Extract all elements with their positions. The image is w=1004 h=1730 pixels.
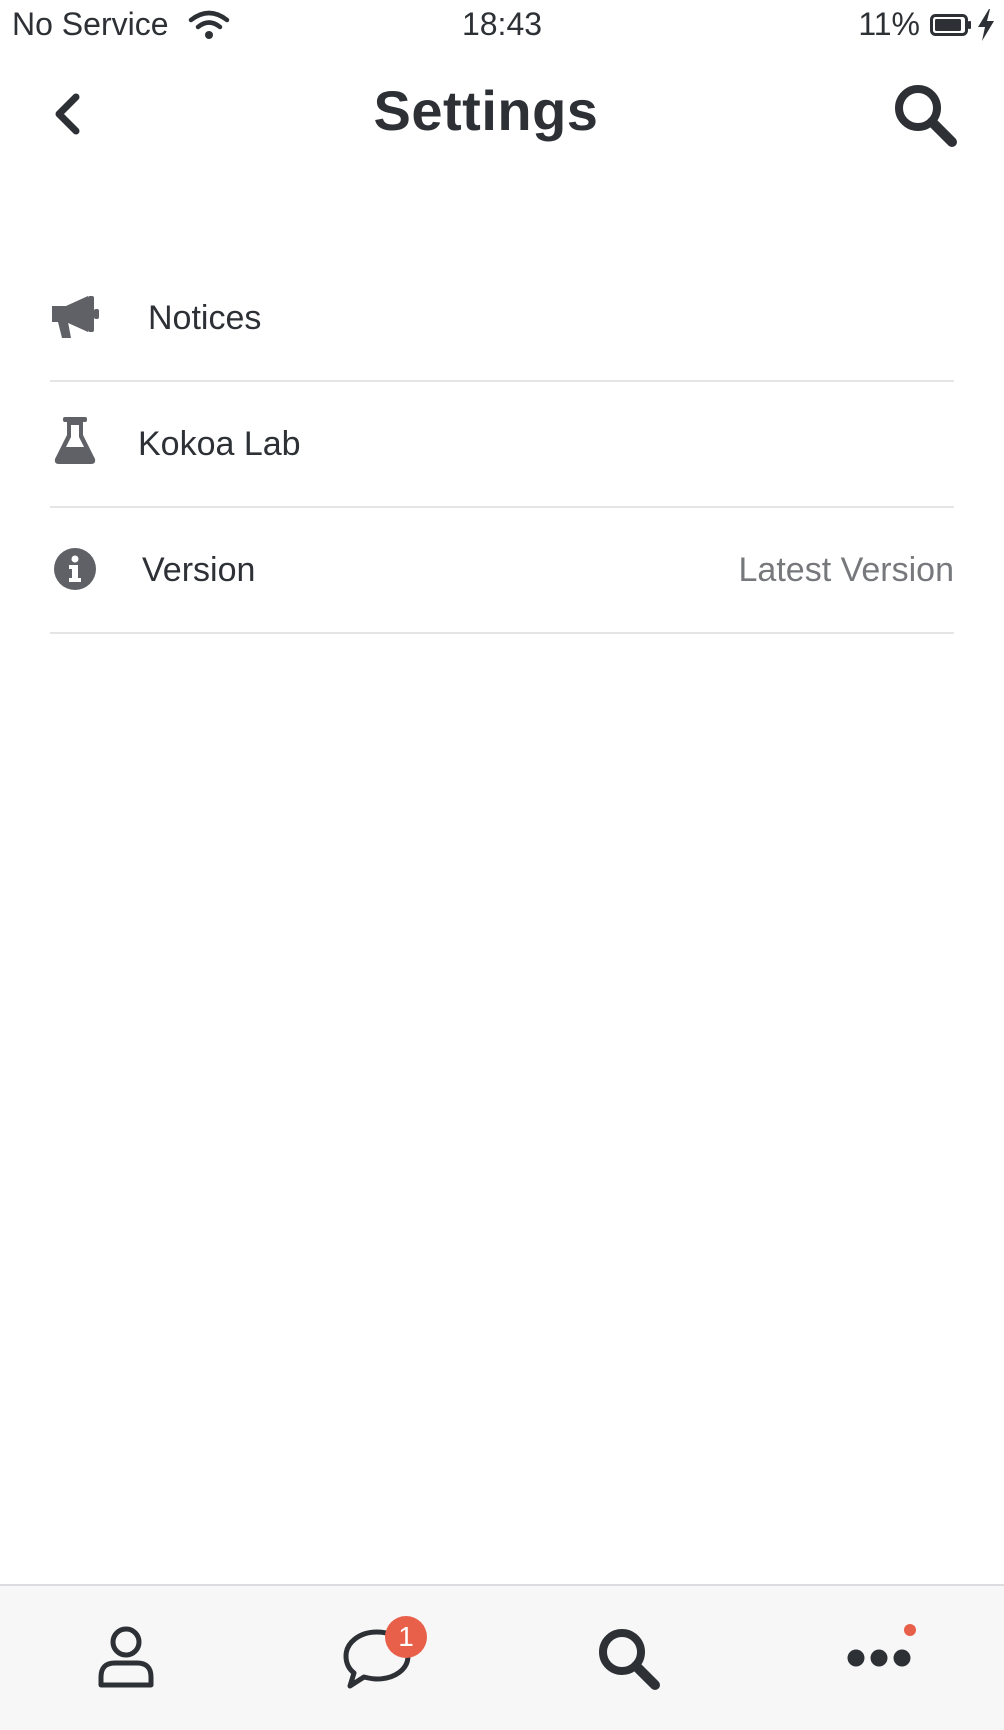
settings-row-version[interactable]: Version Latest Version <box>50 508 954 634</box>
tab-more[interactable] <box>753 1586 1004 1730</box>
settings-list: Notices Kokoa Lab Version Latest Version <box>50 256 954 634</box>
more-icon <box>847 1649 910 1667</box>
settings-row-kokoa-lab[interactable]: Kokoa Lab <box>50 382 954 508</box>
battery-percent: 11% <box>858 6 920 42</box>
tab-friends[interactable] <box>0 1586 251 1730</box>
megaphone-icon <box>50 292 100 342</box>
more-notification-dot <box>904 1624 916 1636</box>
settings-row-label: Version <box>142 550 256 589</box>
header-search-button[interactable] <box>890 80 960 150</box>
settings-row-label: Notices <box>148 298 262 337</box>
status-right: 11% <box>858 6 996 43</box>
search-icon <box>895 85 957 147</box>
page-title: Settings <box>373 79 599 142</box>
battery-icon <box>930 13 971 36</box>
status-bar: No Service 18:43 11% <box>0 0 1004 48</box>
version-status: Latest Version <box>738 550 954 589</box>
status-time: 18:43 <box>461 6 543 42</box>
tab-bar: 1 <box>0 1584 1004 1730</box>
tab-search[interactable] <box>502 1586 753 1730</box>
person-icon <box>98 1626 153 1688</box>
charging-bolt-icon <box>978 8 994 41</box>
chat-unread-badge: 1 <box>385 1616 427 1658</box>
info-icon <box>50 544 100 594</box>
settings-row-notices[interactable]: Notices <box>50 256 954 382</box>
flask-icon <box>50 416 100 466</box>
tab-chats[interactable]: 1 <box>251 1586 502 1730</box>
search-icon <box>598 1629 660 1690</box>
settings-row-label: Kokoa Lab <box>138 424 301 463</box>
nav-header: Settings <box>0 70 1004 160</box>
